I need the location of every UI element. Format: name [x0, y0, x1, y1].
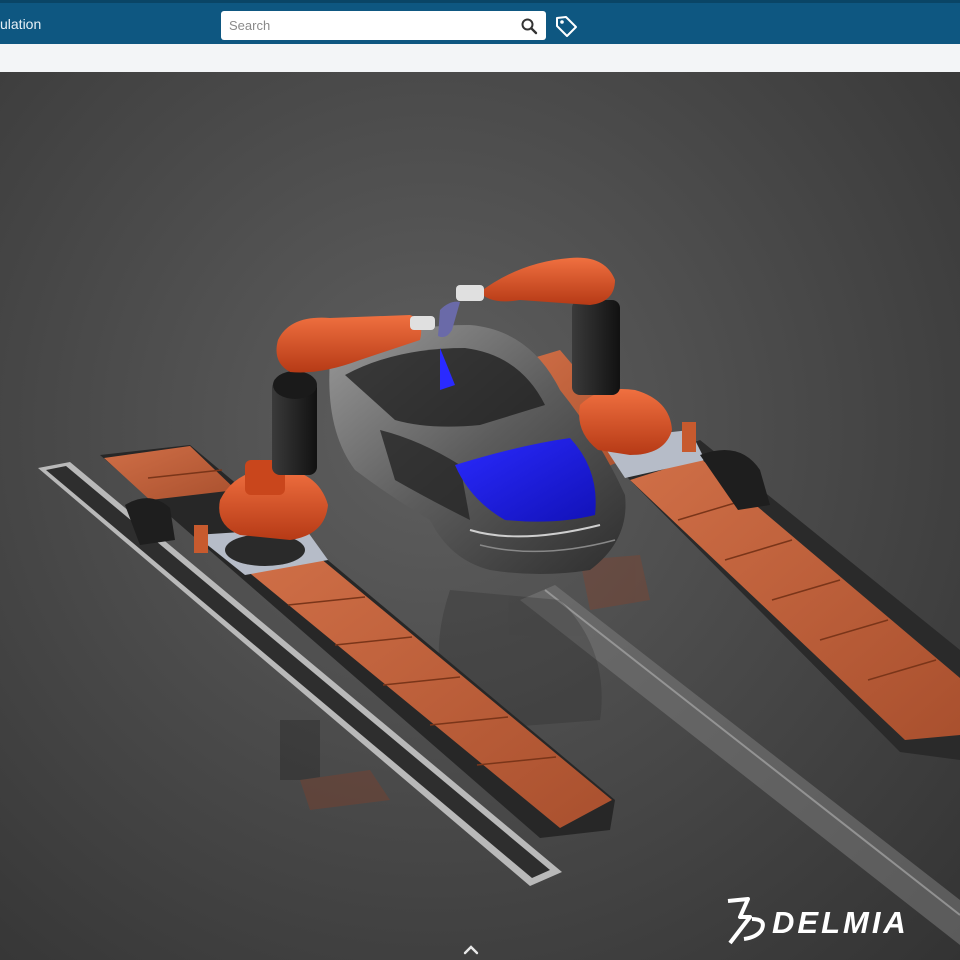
tag-icon[interactable]: [554, 14, 578, 38]
delmia-brand: DELMIA: [718, 895, 958, 949]
3ds-logo-icon: [727, 897, 765, 945]
search-box[interactable]: [221, 11, 546, 40]
top-bar: ulation: [0, 0, 960, 44]
action-bar: [0, 44, 960, 73]
3d-viewport[interactable]: DELMIA: [0, 72, 960, 960]
brand-name: DELMIA: [772, 905, 909, 940]
app-title: ulation: [0, 16, 42, 32]
search-input[interactable]: [229, 17, 509, 34]
robotic-cell-scene: [38, 257, 960, 945]
chevron-up-icon[interactable]: [462, 943, 480, 957]
search-icon[interactable]: [520, 17, 538, 35]
